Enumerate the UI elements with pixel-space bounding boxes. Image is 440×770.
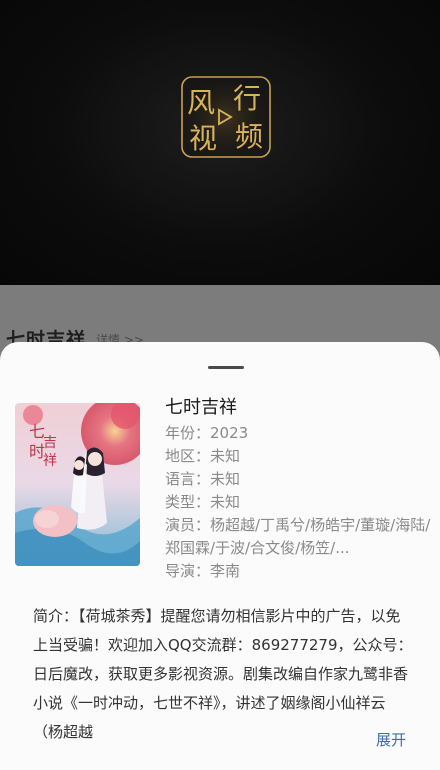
svg-text:祥: 祥 <box>43 453 57 469</box>
video-logo: 风 行 视 频 <box>169 64 283 170</box>
expand-button[interactable]: 展开 <box>374 726 407 755</box>
video-player[interactable]: 风 行 视 频 <box>0 0 440 285</box>
movie-info: 七时吉祥 年份：2023 地区：未知 语言：未知 类型：未知 演员：杨超越/丁禹… <box>165 394 440 583</box>
logo-char-1: 风 <box>187 86 215 119</box>
detail-bottom-sheet: 七 时 吉 祥 七时吉祥 年份：2023 地区：未知 语言：未知 类型：未知 演… <box>0 342 440 770</box>
movie-region: 地区：未知 <box>165 447 241 465</box>
movie-language: 语言：未知 <box>165 470 241 488</box>
movie-cast: 演员：杨超越/丁禹兮/杨皓宇/董璇/海陆/郑国霖/于波/合文俊/杨笠/... <box>165 516 431 557</box>
movie-description: 简介：【荷城茶秀】提醒您请勿相信影片中的广告，以免上当受骗！欢迎加入QQ交流群：… <box>33 607 413 741</box>
svg-text:吉: 吉 <box>43 435 57 451</box>
logo-char-2: 行 <box>233 82 261 115</box>
movie-director: 导演：李南 <box>165 562 241 580</box>
movie-genre: 类型：未知 <box>165 493 241 511</box>
logo-char-4: 频 <box>235 120 263 153</box>
movie-year: 年份：2023 <box>165 424 249 442</box>
movie-poster: 七 时 吉 祥 <box>15 403 140 566</box>
sheet-drag-handle[interactable] <box>208 366 244 369</box>
movie-title: 七时吉祥 <box>165 397 237 418</box>
logo-char-3: 视 <box>189 122 217 155</box>
